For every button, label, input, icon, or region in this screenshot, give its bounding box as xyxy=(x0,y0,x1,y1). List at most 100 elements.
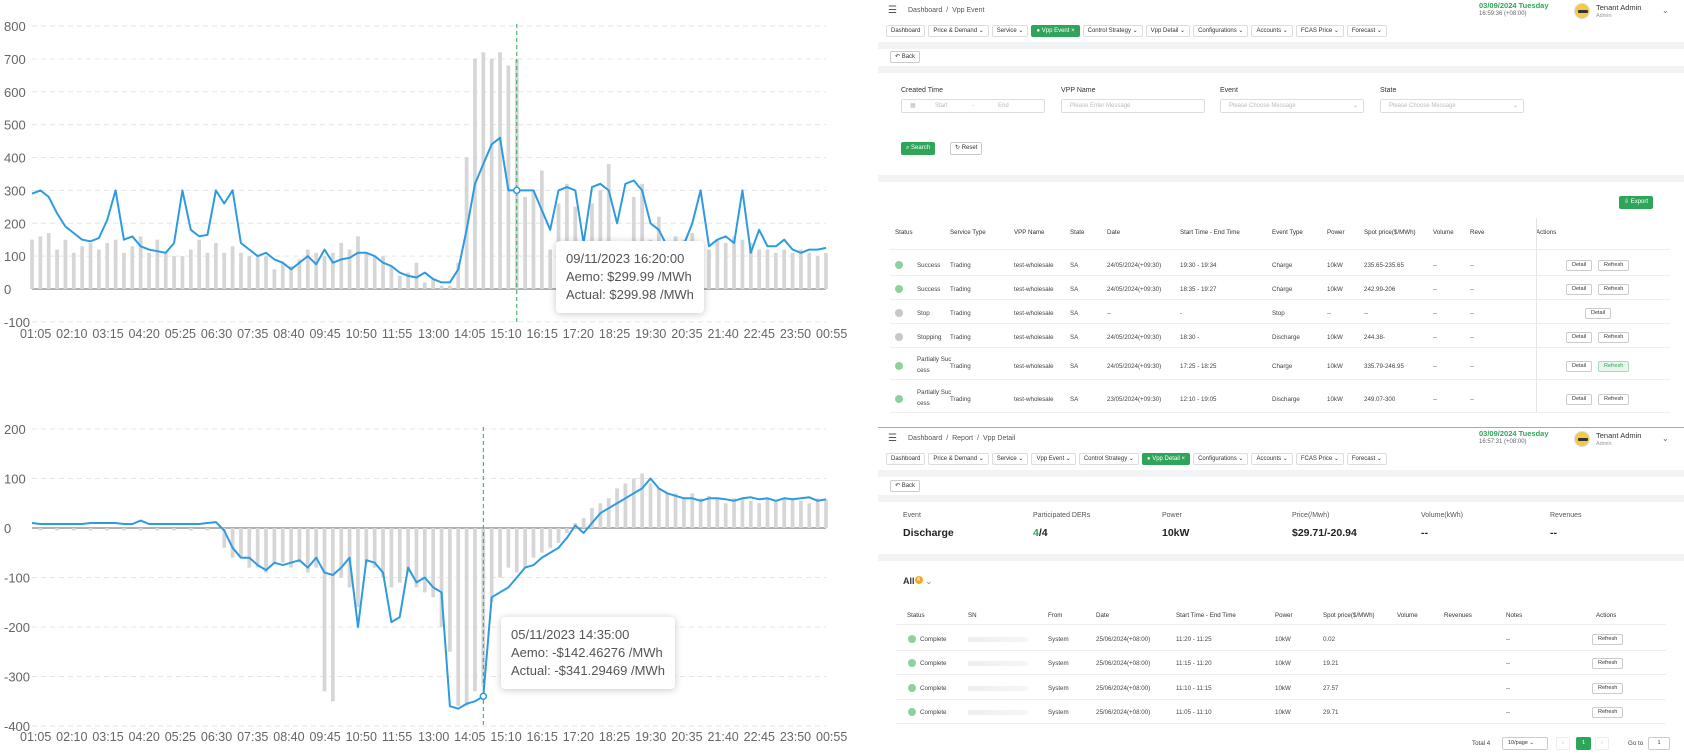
summary-label: Event xyxy=(903,512,921,519)
actual-price-bar xyxy=(648,483,653,528)
tab-vpp-detail[interactable]: Vpp Detail ⌄ xyxy=(1145,25,1191,37)
tab-vpp-event[interactable]: Vpp Event ⌄ xyxy=(1031,453,1076,465)
cell-vpp: test-wholesale xyxy=(1014,396,1054,403)
actual-price-bar xyxy=(222,252,227,289)
user-menu[interactable]: Tenant Admin Admin ⌄ xyxy=(1574,430,1669,448)
tab-service[interactable]: Service ⌄ xyxy=(991,25,1029,37)
row-divider xyxy=(890,323,1670,324)
breadcrumb: Dashboard / Report / Vpp Detail xyxy=(908,435,1017,442)
user-menu[interactable]: Tenant Admin Admin ⌄ xyxy=(1574,2,1669,20)
cell-spot: 335.79-246.95 xyxy=(1364,363,1404,370)
back-button[interactable]: ↶ Back xyxy=(890,480,921,492)
actual-price-bar xyxy=(272,269,277,289)
goto-input[interactable]: 1 xyxy=(1648,737,1670,750)
tab-accounts[interactable]: Accounts ⌄ xyxy=(1251,25,1293,37)
actual-price-bar xyxy=(71,528,76,531)
refresh-button[interactable]: Refresh xyxy=(1592,658,1624,669)
breadcrumb-item[interactable]: Dashboard xyxy=(908,435,942,442)
hover-point xyxy=(479,692,488,701)
detail-button[interactable]: Detail xyxy=(1566,361,1593,372)
cell-time: 11:05 - 11:10 xyxy=(1176,709,1212,716)
refresh-button[interactable]: Refresh xyxy=(1598,260,1630,271)
row-divider xyxy=(896,650,1666,651)
cell-power: 10kW xyxy=(1275,660,1291,667)
detail-button[interactable]: Detail xyxy=(1566,260,1593,271)
tab-price-demand[interactable]: Price & Demand ⌄ xyxy=(928,25,989,37)
reset-button[interactable]: ↻ Reset xyxy=(950,142,983,155)
actual-price-bar xyxy=(180,256,185,289)
export-button[interactable]: ⇩ Export xyxy=(1619,196,1654,209)
actual-price-bar xyxy=(740,239,745,289)
tab-fcas-price[interactable]: FCAS Price ⌄ xyxy=(1295,25,1344,37)
breadcrumb-item[interactable]: Dashboard xyxy=(908,7,942,14)
refresh-button[interactable]: Refresh xyxy=(1598,394,1630,405)
cell-event: Charge xyxy=(1272,286,1293,293)
actual-price-bar xyxy=(331,528,335,702)
next-page-button[interactable]: › xyxy=(1595,737,1609,750)
aemo-price-line xyxy=(31,136,827,284)
cell-rev: -- xyxy=(1470,363,1475,370)
tab-configurations[interactable]: Configurations ⌄ xyxy=(1193,453,1249,465)
aemo-price-line xyxy=(31,477,827,710)
vpp-name-input[interactable]: Please Enter Message xyxy=(1061,99,1205,113)
filter-all[interactable]: All 4 ⌄ xyxy=(903,576,933,587)
user-name: Tenant Admin xyxy=(1596,3,1642,12)
tab-service[interactable]: Service ⌄ xyxy=(991,453,1029,465)
refresh-button[interactable]: Refresh xyxy=(1592,634,1624,645)
prev-page-button[interactable]: ‹ xyxy=(1556,737,1570,750)
state-select[interactable]: Please Choose Message ⌄ xyxy=(1380,99,1524,113)
status-text: Complete xyxy=(920,636,947,643)
tab-control-strategy[interactable]: Control Strategy ⌄ xyxy=(1078,453,1139,465)
cell-rev: -- xyxy=(1470,396,1475,403)
from-header: From xyxy=(1048,612,1063,619)
cell-power: 10kW xyxy=(1275,709,1291,716)
created-time-label: Created Time xyxy=(901,87,944,94)
state-header: State xyxy=(1070,229,1085,236)
x-tick-label: 15:10 xyxy=(490,327,521,341)
tab-dashboard[interactable]: Dashboard xyxy=(886,25,926,37)
filter-count-badge: 4 xyxy=(914,576,923,584)
status-dot xyxy=(895,395,903,403)
event-label: Event xyxy=(1220,87,1238,94)
detail-button[interactable]: Detail xyxy=(1566,332,1593,343)
actual-price-bar xyxy=(322,256,327,289)
x-tick-label: 01:05 xyxy=(20,730,51,744)
tab-vpp-detail[interactable]: ● Vpp Detail × xyxy=(1141,453,1191,465)
breadcrumb-item[interactable]: Report xyxy=(952,435,973,442)
tab-accounts[interactable]: Accounts ⌄ xyxy=(1251,453,1293,465)
cell-spot: 242.99-206 xyxy=(1364,286,1396,293)
refresh-button[interactable]: Refresh xyxy=(1598,284,1630,295)
tab-price-demand[interactable]: Price & Demand ⌄ xyxy=(928,453,989,465)
search-button[interactable]: ⌕ Search xyxy=(901,142,936,155)
tab-control-strategy[interactable]: Control Strategy ⌄ xyxy=(1082,25,1143,37)
created-time-range[interactable]: ▦ Start - End xyxy=(901,99,1045,113)
page-size-select[interactable]: 10/page ⌄ xyxy=(1502,737,1548,750)
menu-icon[interactable]: ☰ xyxy=(888,5,897,16)
back-button[interactable]: ↶ Back xyxy=(890,51,921,63)
tab-forecast[interactable]: Forecast ⌄ xyxy=(1346,453,1387,465)
actual-price-bar xyxy=(389,265,394,289)
actual-price-bar xyxy=(456,528,461,707)
tab-fcas-price[interactable]: FCAS Price ⌄ xyxy=(1295,453,1344,465)
cell-service: Trading xyxy=(950,262,971,269)
menu-icon[interactable]: ☰ xyxy=(888,433,897,444)
tab-dashboard[interactable]: Dashboard xyxy=(886,453,926,465)
detail-button[interactable]: Detail xyxy=(1566,394,1593,405)
tab-forecast[interactable]: Forecast ⌄ xyxy=(1346,25,1387,37)
event-select[interactable]: Please Choose Message ⌄ xyxy=(1220,99,1364,113)
tab-vpp-event[interactable]: ● Vpp Event × xyxy=(1031,25,1080,37)
header: ☰ Dashboard / Report / Vpp Detail 03/09/… xyxy=(878,428,1684,450)
refresh-button[interactable]: Refresh xyxy=(1598,332,1630,343)
refresh-button[interactable]: Refresh xyxy=(1592,707,1624,718)
page-1-button[interactable]: 1 xyxy=(1576,737,1592,750)
actual-price-bar xyxy=(188,528,193,531)
tab-configurations[interactable]: Configurations ⌄ xyxy=(1193,25,1249,37)
chart2-tooltip: 05/11/2023 14:35:00 Aemo: -$142.46276 /M… xyxy=(501,617,675,689)
cell-rev: -- xyxy=(1470,334,1475,341)
actual-price-bar xyxy=(757,503,761,528)
detail-button[interactable]: Detail xyxy=(1585,308,1612,319)
refresh-button[interactable]: Refresh xyxy=(1592,683,1624,694)
cell-volume: -- xyxy=(1433,310,1438,317)
refresh-button[interactable]: Refresh xyxy=(1598,361,1630,372)
detail-button[interactable]: Detail xyxy=(1566,284,1593,295)
